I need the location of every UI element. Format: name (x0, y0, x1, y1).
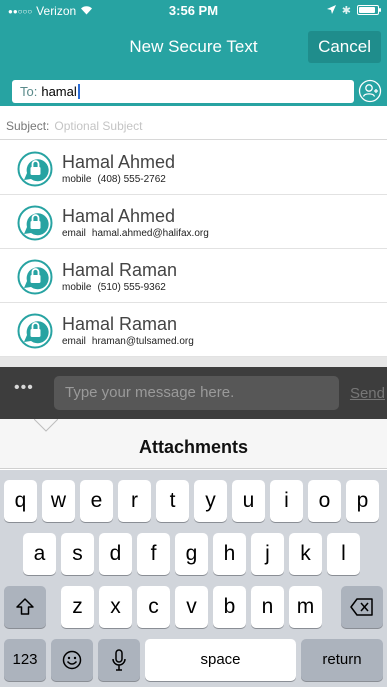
list-item[interactable]: Hamal Raman mobile (510) 555-9362 (0, 249, 387, 303)
key-x[interactable]: x (99, 586, 132, 628)
emoji-icon (62, 650, 82, 670)
key-o[interactable]: o (308, 480, 341, 522)
key-a[interactable]: a (23, 533, 56, 575)
emoji-key[interactable] (51, 639, 93, 681)
cancel-button[interactable]: Cancel (308, 31, 381, 63)
list-item[interactable]: Hamal Raman email hraman@tulsamed.org (0, 303, 387, 357)
attachments-panel: Attachments (0, 418, 387, 469)
key-y[interactable]: y (194, 480, 227, 522)
to-label: To: (20, 84, 38, 99)
text-caret (77, 84, 80, 99)
key-z[interactable]: z (61, 586, 94, 628)
key-h[interactable]: h (213, 533, 246, 575)
contact-name: Hamal Raman (62, 260, 178, 280)
key-q[interactable]: q (4, 480, 37, 522)
divider (0, 357, 387, 367)
key-u[interactable]: u (232, 480, 265, 522)
key-w[interactable]: w (42, 480, 75, 522)
contact-name: Hamal Ahmed (62, 206, 176, 226)
subject-placeholder: Optional Subject (54, 119, 143, 133)
lock-icon (17, 205, 53, 241)
key-b[interactable]: b (213, 586, 246, 628)
keyboard: q w e r t y u i o p a s d f g h j k l z … (0, 470, 387, 687)
attachments-label[interactable]: Attachments (0, 437, 387, 458)
contact-suggestions: Hamal Ahmed mobile (408) 555-2762 Hamal A… (0, 141, 387, 357)
lock-icon (17, 313, 53, 349)
to-value: hamal (41, 84, 77, 99)
compose-bar: ••• Type your message here. Send (0, 367, 387, 419)
add-contact-icon[interactable] (358, 79, 382, 103)
key-t[interactable]: t (156, 480, 189, 522)
contact-name: Hamal Raman (62, 314, 178, 334)
to-row: To: hamal (0, 77, 387, 106)
subject-label: Subject: (6, 119, 50, 133)
location-icon (326, 3, 336, 17)
space-key[interactable]: space (145, 639, 296, 681)
key-c[interactable]: c (137, 586, 170, 628)
key-m[interactable]: m (289, 586, 322, 628)
numbers-key[interactable]: 123 (4, 639, 46, 681)
send-button[interactable]: Send (350, 385, 385, 402)
key-d[interactable]: d (99, 533, 132, 575)
key-r[interactable]: r (118, 480, 151, 522)
key-e[interactable]: e (80, 480, 113, 522)
contact-detail: email hraman@tulsamed.org (62, 336, 194, 347)
more-options-button[interactable]: ••• (14, 379, 34, 397)
dictation-key[interactable] (98, 639, 140, 681)
lock-icon (17, 259, 53, 295)
key-g[interactable]: g (175, 533, 208, 575)
contact-detail: mobile (408) 555-2762 (62, 174, 166, 185)
header: ●●○○○ Verizon 3:56 PM ✱ New Secure Text … (0, 0, 387, 106)
battery-icon (357, 5, 381, 15)
to-input[interactable]: To: hamal (12, 80, 354, 103)
shift-icon (16, 598, 34, 615)
pointer-notch (34, 418, 58, 432)
contact-detail: mobile (510) 555-9362 (62, 282, 166, 293)
key-v[interactable]: v (175, 586, 208, 628)
list-item[interactable]: Hamal Ahmed email hamal.ahmed@halifax.org (0, 195, 387, 249)
key-p[interactable]: p (346, 480, 379, 522)
backspace-icon (350, 598, 373, 616)
list-item[interactable]: Hamal Ahmed mobile (408) 555-2762 (0, 141, 387, 195)
subject-field[interactable]: Subject: Optional Subject (0, 112, 387, 140)
key-l[interactable]: l (327, 533, 360, 575)
backspace-key[interactable] (341, 586, 383, 628)
key-j[interactable]: j (251, 533, 284, 575)
contact-detail: email hamal.ahmed@halifax.org (62, 228, 209, 239)
key-s[interactable]: s (61, 533, 94, 575)
key-f[interactable]: f (137, 533, 170, 575)
contact-name: Hamal Ahmed (62, 152, 176, 172)
status-bar: ●●○○○ Verizon 3:56 PM ✱ (0, 0, 387, 22)
shift-key[interactable] (4, 586, 46, 628)
key-n[interactable]: n (251, 586, 284, 628)
key-i[interactable]: i (270, 480, 303, 522)
bluetooth-icon: ✱ (341, 4, 351, 17)
message-input[interactable]: Type your message here. (54, 376, 339, 410)
microphone-icon (112, 649, 126, 671)
return-key[interactable]: return (301, 639, 383, 681)
key-k[interactable]: k (289, 533, 322, 575)
lock-icon (17, 151, 53, 187)
